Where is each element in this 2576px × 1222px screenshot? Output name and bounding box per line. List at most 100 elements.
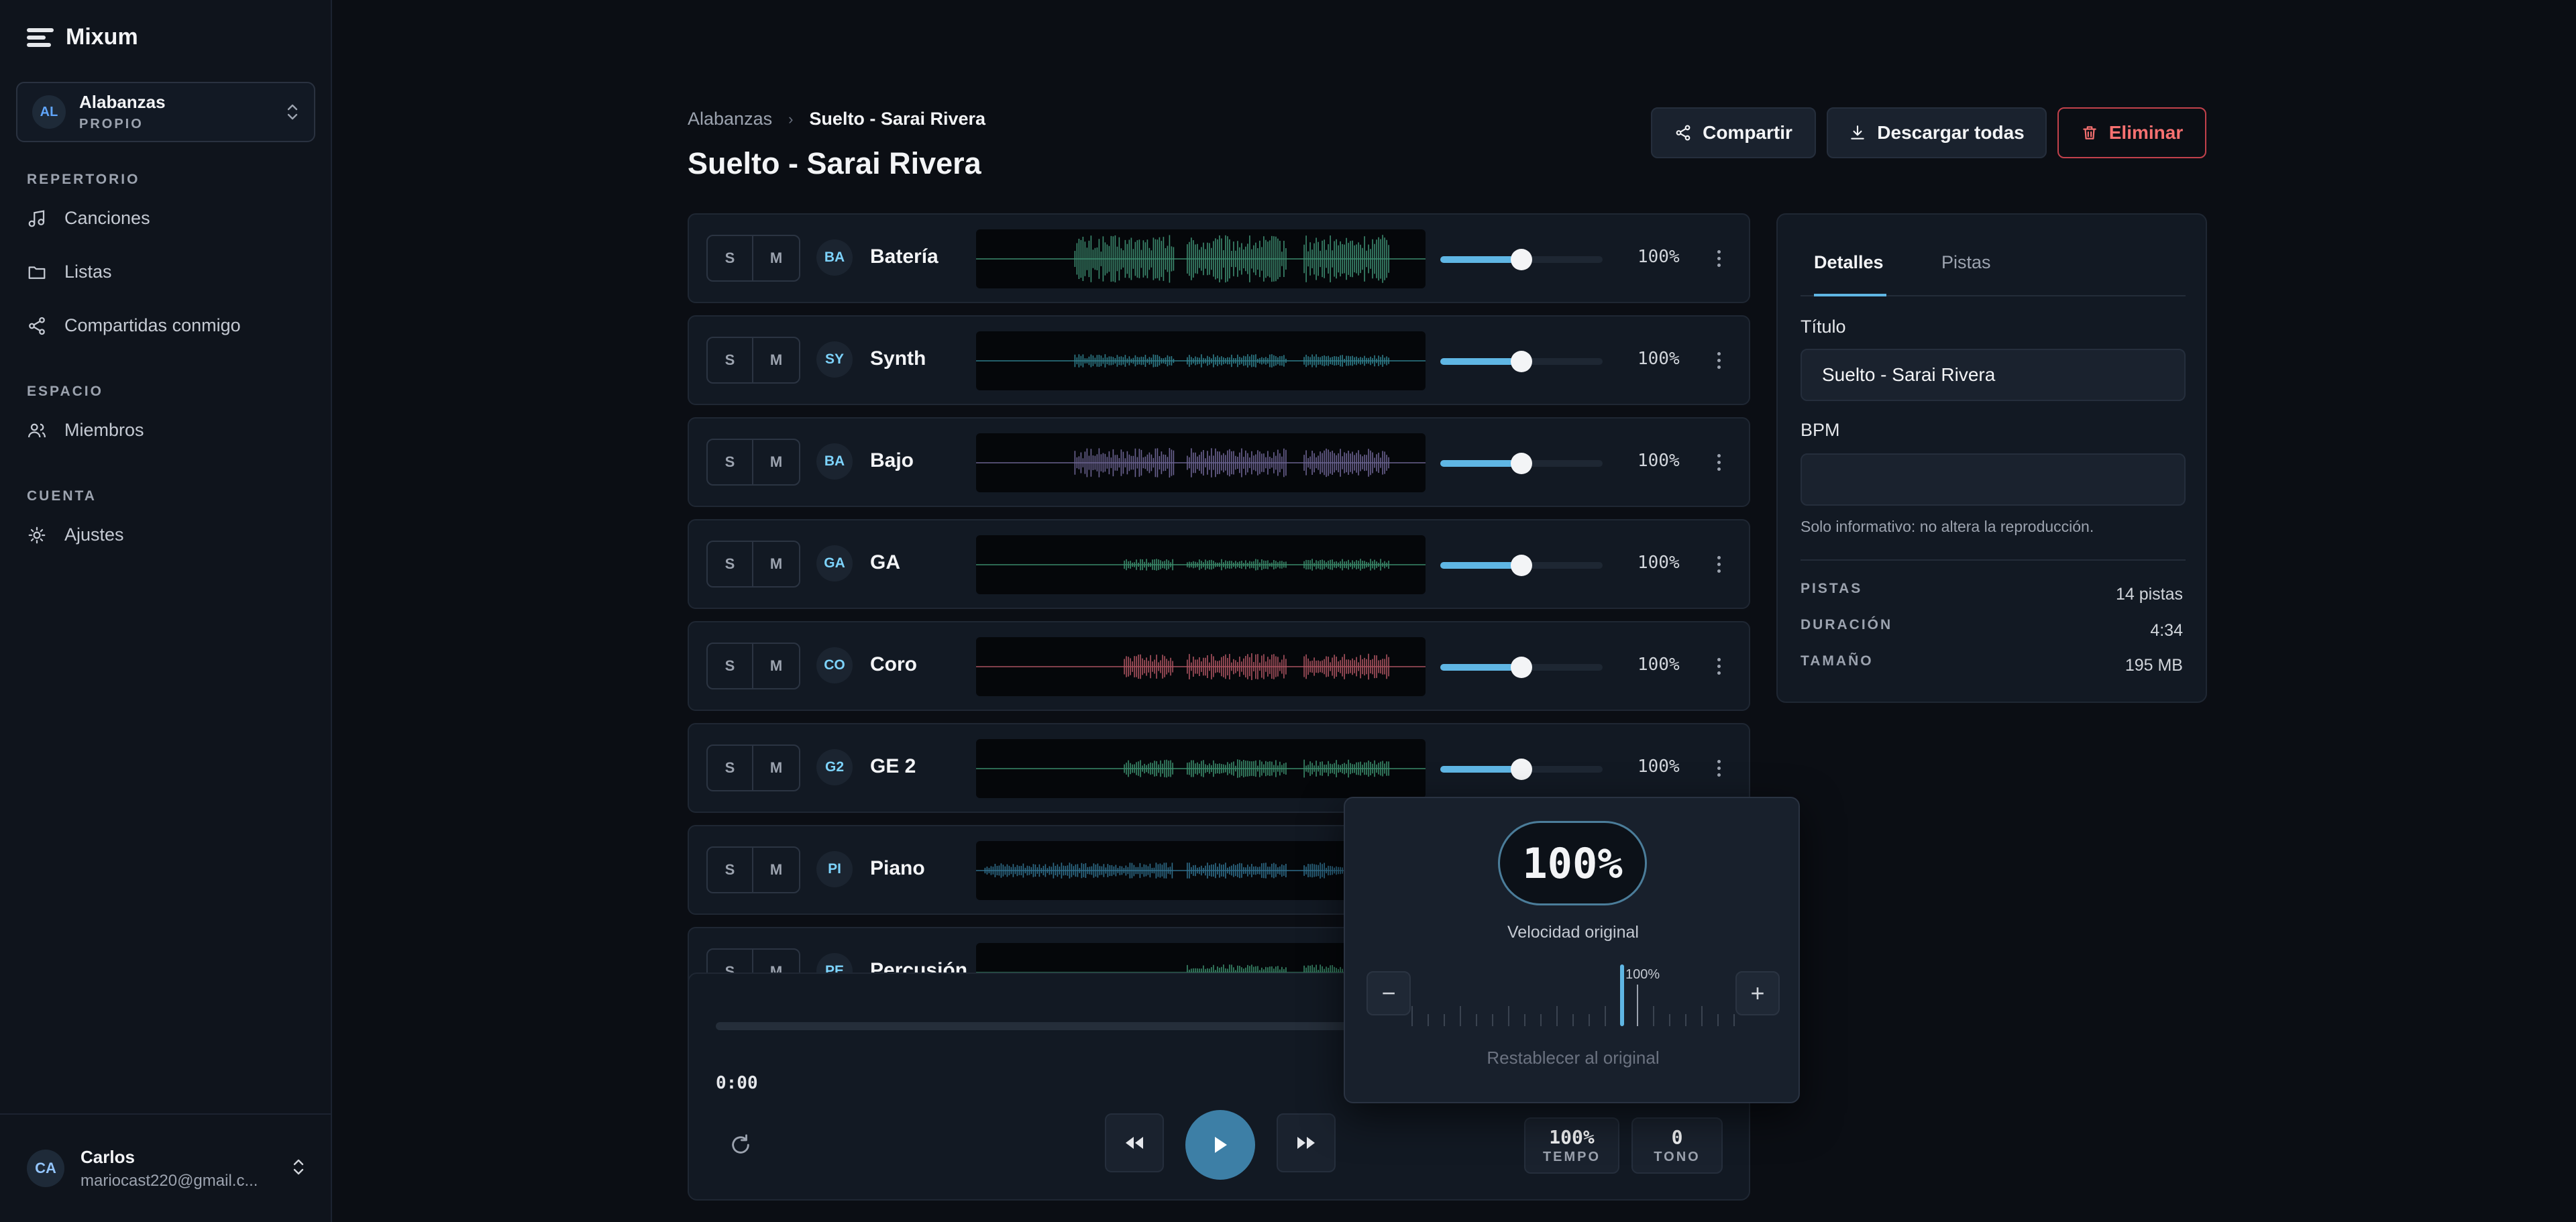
tempo-decrease-button[interactable]: −	[1366, 971, 1411, 1015]
volume-thumb[interactable]	[1511, 351, 1532, 372]
solo-button[interactable]: S	[708, 746, 753, 790]
section-title-espacio: ESPACIO	[27, 384, 103, 399]
mute-button[interactable]: M	[753, 848, 799, 892]
sidebar-item-miembros[interactable]: Miembros	[27, 420, 144, 441]
fast-forward-button[interactable]	[1277, 1113, 1336, 1172]
details-tabs: Detalles Pistas	[1801, 248, 2186, 296]
track-volume-slider[interactable]	[1440, 453, 1603, 474]
track-volume-value: 100%	[1638, 655, 1680, 675]
more-vertical-icon[interactable]	[1709, 445, 1729, 479]
tempo-label: TEMPO	[1542, 1150, 1601, 1164]
stat-value-duracion: 4:34	[2150, 621, 2183, 640]
volume-thumb[interactable]	[1511, 759, 1532, 780]
track-waveform[interactable]	[976, 229, 1426, 288]
more-vertical-icon[interactable]	[1709, 547, 1729, 581]
track-row: S M BA Batería 100%	[688, 213, 1750, 303]
sidebar-item-compartidas[interactable]: Compartidas conmigo	[27, 315, 241, 336]
volume-fill	[1440, 256, 1521, 263]
volume-thumb[interactable]	[1511, 657, 1532, 678]
mute-button[interactable]: M	[753, 440, 799, 484]
volume-fill	[1440, 358, 1521, 365]
more-vertical-icon[interactable]	[1709, 343, 1729, 377]
track-row: S M BA Bajo 100%	[688, 417, 1750, 507]
tab-pistas[interactable]: Pistas	[1941, 248, 1991, 296]
track-name: Bajo	[870, 449, 914, 471]
mute-button[interactable]: M	[753, 338, 799, 382]
sidebar-item-ajustes[interactable]: Ajustes	[27, 524, 124, 545]
track-volume-slider[interactable]	[1440, 249, 1603, 270]
track-volume-slider[interactable]	[1440, 759, 1603, 780]
track-volume-slider[interactable]	[1440, 657, 1603, 678]
solo-button[interactable]: S	[708, 440, 753, 484]
mute-button[interactable]: M	[753, 644, 799, 688]
tempo-increase-button[interactable]: +	[1735, 971, 1780, 1015]
volume-fill	[1440, 460, 1521, 467]
solo-button[interactable]: S	[708, 236, 753, 280]
title-input[interactable]: Suelto - Sarai Rivera	[1801, 349, 2186, 401]
track-volume-value: 100%	[1638, 553, 1680, 573]
track-volume-slider[interactable]	[1440, 351, 1603, 372]
tab-detalles[interactable]: Detalles	[1814, 248, 1886, 296]
stat-value-tamano: 195 MB	[2125, 656, 2183, 675]
user-email: mariocast220@gmail.c...	[80, 1171, 258, 1190]
loop-icon[interactable]	[729, 1133, 752, 1156]
chevron-right-icon: ›	[788, 110, 794, 127]
solo-mute-group: S M	[706, 744, 800, 791]
track-waveform[interactable]	[976, 637, 1426, 696]
ruler-ticks	[1411, 985, 1735, 1026]
volume-thumb[interactable]	[1511, 555, 1532, 576]
track-name: GE 2	[870, 755, 916, 777]
share-button[interactable]: Compartir	[1651, 107, 1816, 158]
rewind-button[interactable]	[1105, 1113, 1164, 1172]
more-vertical-icon[interactable]	[1709, 649, 1729, 683]
workspace-subtitle: PROPIO	[79, 117, 144, 131]
mute-button[interactable]: M	[753, 236, 799, 280]
track-volume-slider[interactable]	[1440, 555, 1603, 576]
track-row: S M GA GA 100%	[688, 519, 1750, 609]
track-waveform[interactable]	[976, 535, 1426, 594]
more-vertical-icon[interactable]	[1709, 241, 1729, 275]
download-icon	[1851, 125, 1865, 140]
solo-button[interactable]: S	[708, 338, 753, 382]
solo-button[interactable]: S	[708, 542, 753, 586]
breadcrumb-parent-link[interactable]: Alabanzas	[688, 109, 772, 129]
user-menu[interactable]: CA Carlos mariocast220@gmail.c...	[0, 1113, 332, 1222]
tempo-chip[interactable]: 100% TEMPO	[1524, 1117, 1619, 1174]
track-waveform[interactable]	[976, 331, 1426, 390]
tempo-label: Velocidad original	[1507, 923, 1639, 942]
solo-mute-group: S M	[706, 439, 800, 486]
waveform-graphic	[976, 759, 1426, 778]
section-title-cuenta: CUENTA	[27, 488, 97, 504]
fast-forward-icon	[1297, 1137, 1315, 1149]
tempo-big-value: 100%	[1498, 821, 1647, 905]
solo-button[interactable]: S	[708, 848, 753, 892]
volume-fill	[1440, 664, 1521, 671]
track-name: Batería	[870, 245, 938, 268]
track-name: GA	[870, 551, 900, 573]
mute-button[interactable]: M	[753, 542, 799, 586]
app-logo[interactable]: Mixum	[27, 24, 138, 50]
solo-button[interactable]: S	[708, 644, 753, 688]
tempo-value: 100%	[1549, 1126, 1595, 1148]
delete-button[interactable]: Eliminar	[2057, 107, 2206, 158]
logo-icon	[27, 27, 54, 48]
mute-button[interactable]: M	[753, 746, 799, 790]
tempo-ruler-marker	[1620, 964, 1624, 1026]
track-name: Coro	[870, 653, 917, 675]
tone-chip[interactable]: 0 TONO	[1631, 1117, 1723, 1174]
workspace-switcher[interactable]: AL Alabanzas PROPIO	[16, 82, 315, 142]
download-all-button[interactable]: Descargar todas	[1827, 107, 2047, 158]
user-name: Carlos	[80, 1146, 135, 1167]
sidebar-item-canciones[interactable]: Canciones	[27, 208, 150, 229]
sidebar-item-listas[interactable]: Listas	[27, 262, 112, 282]
track-waveform[interactable]	[976, 433, 1426, 492]
bpm-input[interactable]	[1801, 453, 2186, 506]
bpm-label: BPM	[1801, 420, 1840, 440]
track-waveform[interactable]	[976, 739, 1426, 798]
reset-tempo-link[interactable]: Restablecer al original	[1345, 1048, 1801, 1068]
play-button[interactable]	[1185, 1110, 1255, 1180]
more-vertical-icon[interactable]	[1709, 751, 1729, 785]
volume-thumb[interactable]	[1511, 249, 1532, 270]
tempo-ruler-slider[interactable]: 100%	[1405, 964, 1741, 1032]
volume-thumb[interactable]	[1511, 453, 1532, 474]
